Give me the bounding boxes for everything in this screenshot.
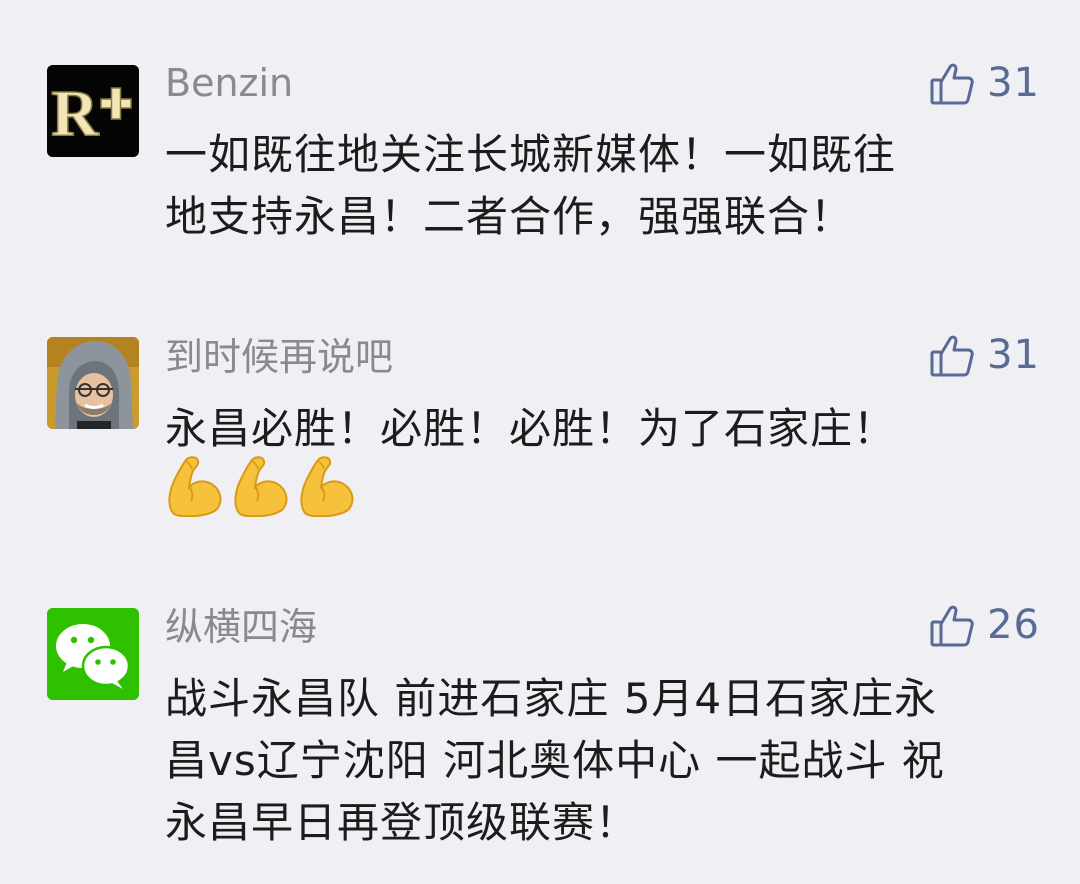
emoji-row: [165, 455, 357, 517]
avatar[interactable]: R: [47, 65, 139, 157]
hooded-man-photo: [47, 337, 139, 429]
comment-text-line: 战斗永昌队 前进石家庄 5月4日石家庄永: [165, 674, 938, 723]
thumbs-up-icon: [930, 335, 974, 377]
comment-text-line: 昌vs辽宁沈阳 河北奥体中心 一起战斗 祝: [165, 736, 945, 785]
flexed-biceps-icon: [300, 456, 354, 517]
avatar[interactable]: [47, 608, 139, 700]
rplus-logo-icon: R: [47, 65, 139, 157]
comment-text-line: 一如既往地关注长城新媒体！一如既往: [165, 130, 897, 179]
flexed-biceps-icon: [168, 456, 222, 517]
comment-author[interactable]: Benzin: [165, 60, 293, 106]
like-button[interactable]: 31: [929, 330, 1040, 380]
comment-text-line: 地支持永昌！二者合作，强强联合！: [165, 192, 854, 241]
like-button[interactable]: 31: [929, 58, 1040, 108]
comment-author[interactable]: 到时候再说吧: [165, 334, 393, 380]
comment-text: 永昌必胜！必胜！必胜！为了石家庄！: [165, 398, 1045, 460]
thumbs-up-icon: [930, 63, 974, 105]
like-count: 31: [987, 332, 1040, 378]
comment-text-line: 永昌必胜！必胜！必胜！为了石家庄！: [165, 404, 897, 453]
avatar[interactable]: [47, 337, 139, 429]
svg-text:R: R: [51, 77, 100, 150]
comment-text-line: 永昌早日再登顶级联赛！: [165, 798, 639, 847]
like-count: 26: [987, 602, 1040, 648]
flexed-biceps-icon: [234, 456, 288, 517]
thumbs-up-icon: [930, 605, 974, 647]
like-button[interactable]: 26: [929, 600, 1040, 650]
comment-text: 一如既往地关注长城新媒体！一如既往 地支持永昌！二者合作，强强联合！: [165, 124, 1045, 248]
comment-author[interactable]: 纵横四海: [165, 604, 317, 650]
comment-text: 战斗永昌队 前进石家庄 5月4日石家庄永 昌vs辽宁沈阳 河北奥体中心 一起战斗…: [165, 668, 1045, 854]
wechat-logo-icon: [47, 608, 139, 700]
like-count: 31: [987, 60, 1040, 106]
